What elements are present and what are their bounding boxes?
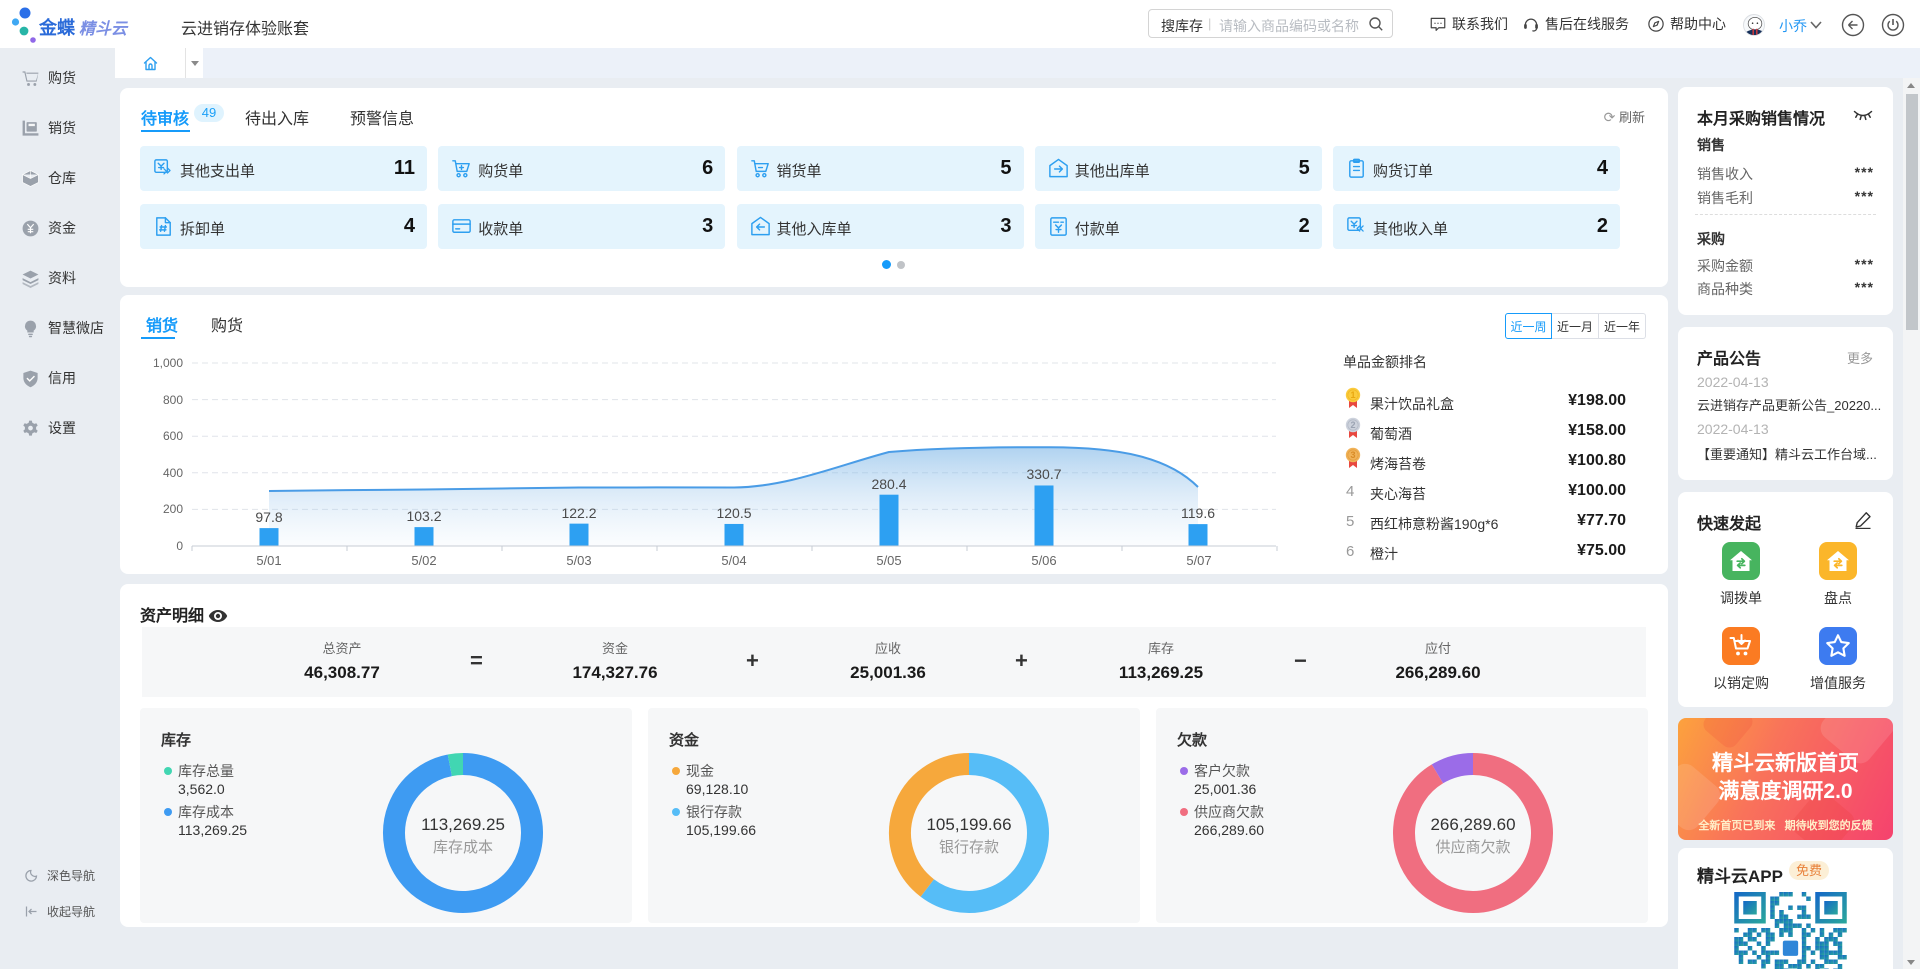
svg-text:1: 1	[1350, 390, 1355, 400]
svg-text:2: 2	[1350, 420, 1355, 430]
svg-text:3: 3	[1350, 450, 1355, 460]
